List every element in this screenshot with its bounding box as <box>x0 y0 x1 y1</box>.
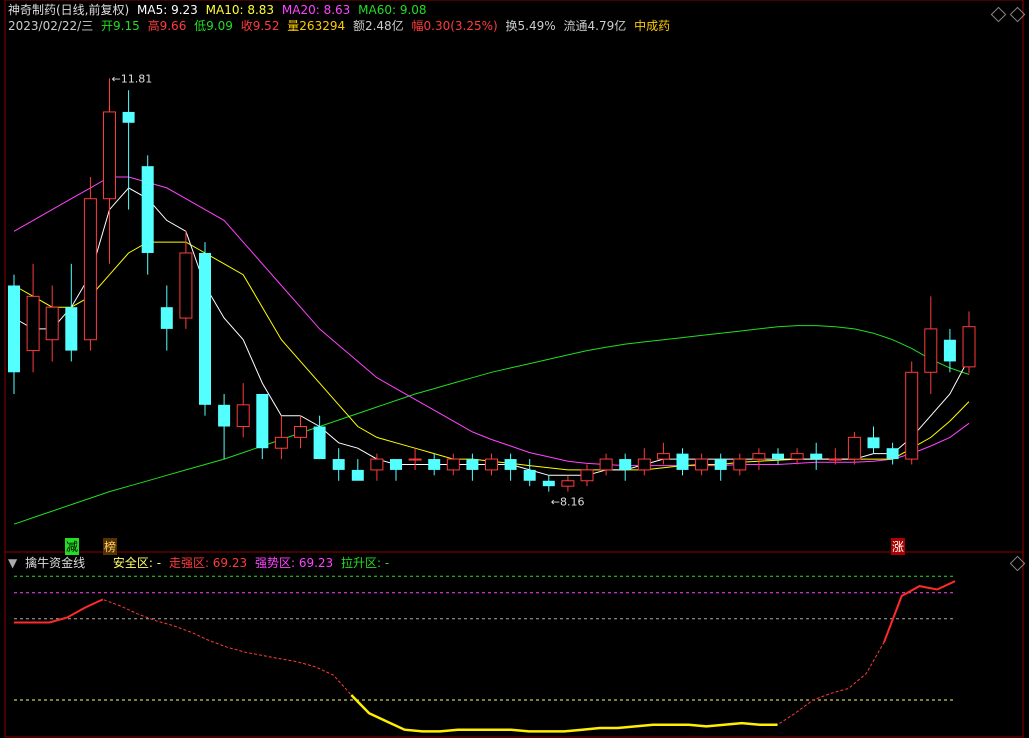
indicator-collapse-icon[interactable]: ▼ <box>8 556 17 570</box>
stock-title: 神奇制药(日线,前复权) <box>8 3 130 17</box>
candle-body-up <box>446 458 460 471</box>
candle-body-down <box>466 459 479 470</box>
candle-body-up <box>828 458 842 461</box>
candle-body-down <box>504 459 517 470</box>
candle-body-up <box>790 453 804 460</box>
candle-body-down <box>160 307 173 329</box>
candle-body-down <box>428 459 441 470</box>
candle-body-up <box>103 111 116 200</box>
indicator-name: 擒牛资金线 <box>25 556 86 570</box>
walkstrong-zone-label: 走强区: 69.23 <box>168 556 248 570</box>
candle-body-down <box>8 285 20 373</box>
turnover-value: 换5.49% <box>505 19 556 33</box>
candle-body-up <box>370 458 384 471</box>
candle-body-down <box>867 437 880 449</box>
amount-value: 额2.48亿 <box>352 19 404 33</box>
candle-body-down <box>65 307 78 351</box>
high-value: 高9.66 <box>147 19 187 33</box>
candle-body-up <box>580 469 594 482</box>
header-line-1: 神奇制药(日线,前复权) MA5: 9.23 MA10: 8.83 MA20: … <box>8 3 431 17</box>
header-line-2: 2023/02/22/三 开9.15 高9.66 低9.09 收9.52 量26… <box>8 19 674 33</box>
ma10-value: MA10: 8.83 <box>205 3 275 17</box>
candle-body-down <box>351 469 364 481</box>
candle-body-down <box>332 459 345 470</box>
candle-body-up <box>26 295 40 352</box>
strong-zone-label: 强势区: 69.23 <box>254 556 334 570</box>
candle-body-up <box>733 458 747 471</box>
candle-body-up <box>179 252 193 319</box>
candle-body-down <box>523 469 536 481</box>
ma60-value: MA60: 9.08 <box>358 3 427 17</box>
date-label: 2023/02/22/三 <box>8 19 94 33</box>
safe-zone-label: 安全区: - <box>112 556 162 570</box>
candle-body-down <box>141 166 154 253</box>
candle-body-up <box>599 458 613 471</box>
candle-body-up <box>962 326 976 368</box>
change-value: 幅0.30(3.25%) <box>411 19 498 33</box>
chart-border <box>4 0 1024 738</box>
candle-body-down <box>256 393 269 449</box>
price-panel: ←11.81 ←8.16 <box>4 0 1024 738</box>
sector-value: 中成药 <box>634 19 671 33</box>
pull-zone-label: 拉升区: - <box>341 556 390 570</box>
candle-body-down <box>199 252 211 405</box>
candle-body-up <box>236 404 250 428</box>
candle-body-down <box>714 459 727 470</box>
capital-line-yellow <box>350 694 778 733</box>
candle-body-down <box>676 453 689 470</box>
candle-body-up <box>45 306 59 341</box>
candle-body-up <box>485 458 498 471</box>
candle-body-down <box>772 453 784 460</box>
candle-body-down <box>122 111 135 123</box>
candle-body-up <box>752 453 766 460</box>
low-value: 低9.09 <box>194 19 233 33</box>
candle-body-down <box>313 426 326 460</box>
ma20-line <box>13 176 970 467</box>
capital-line-red-end <box>883 580 956 643</box>
candle-body-down <box>619 459 632 470</box>
capital-line-dashed <box>14 580 956 732</box>
candle-body-up <box>695 458 709 471</box>
high-annotation: ←11.81 <box>112 72 153 85</box>
candle-body-up <box>847 436 861 460</box>
candle-body-up <box>637 458 651 471</box>
indicator-header: ▼ 擒牛资金线 安全区: - 走强区: 69.23 强势区: 69.23 拉升区… <box>8 556 393 570</box>
open-value: 开9.15 <box>101 19 140 33</box>
marker-jian: 减 <box>65 538 80 555</box>
ma10-line <box>13 241 970 471</box>
low-annotation: ←8.16 <box>551 496 585 509</box>
marker-zhang: 涨 <box>891 538 906 555</box>
close-value: 收9.52 <box>240 19 280 33</box>
candle-body-up <box>905 371 919 460</box>
candle-body-down <box>943 339 956 362</box>
candle-body-down <box>886 448 899 460</box>
volume-value: 量263294 <box>287 19 346 33</box>
candle-body-up <box>656 453 670 460</box>
marker-bang: 榜 <box>103 538 118 555</box>
candle-body-up <box>561 480 575 487</box>
candle-body-down <box>218 404 231 427</box>
candle-body-down <box>810 453 823 460</box>
candle-body-down <box>542 480 555 487</box>
candle-body-up <box>408 458 422 461</box>
kline-chart-frame: ←11.81 ←8.16 神奇制药(日线,前复权) MA5: 9.23 MA10:… <box>0 0 1029 738</box>
candle-body-down <box>390 459 402 470</box>
candle-body-up <box>83 198 97 341</box>
ma5-line <box>13 187 970 476</box>
ma20-value: MA20: 8.63 <box>281 3 351 17</box>
float-value: 流通4.79亿 <box>563 19 627 33</box>
ma5-value: MA5: 9.23 <box>137 3 198 17</box>
ma60-line <box>13 325 970 525</box>
candle-body-up <box>924 328 938 373</box>
candle-body-up <box>274 436 288 449</box>
candle-body-up <box>294 426 307 438</box>
